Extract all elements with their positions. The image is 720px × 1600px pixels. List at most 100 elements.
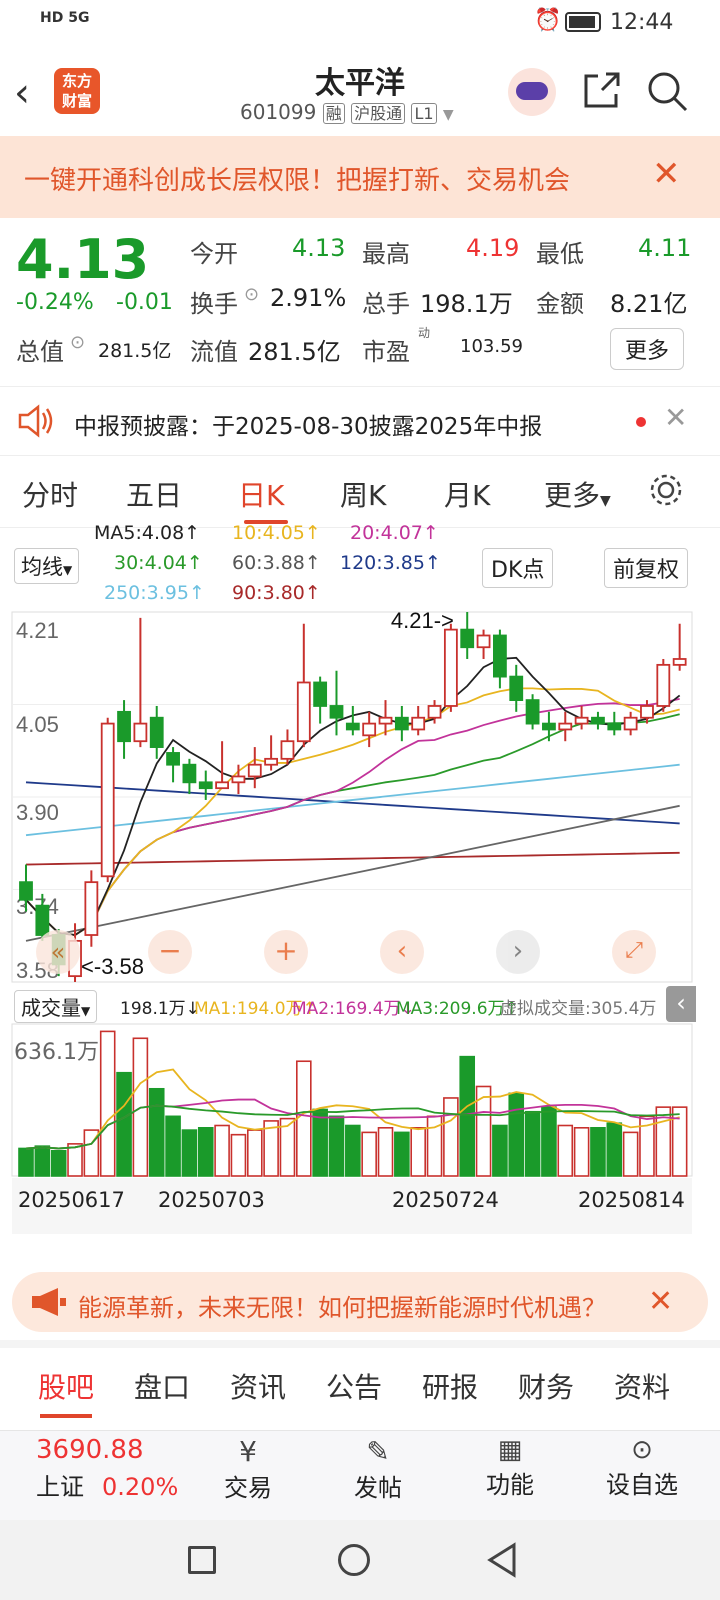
tab-weekly-k[interactable]: 周K — [340, 474, 386, 514]
index-value: 3690.88 — [36, 1435, 144, 1465]
post-button[interactable]: ✎ 发帖 — [346, 1435, 410, 1503]
candle-body — [133, 722, 148, 743]
caret-down-icon: ▼ — [600, 493, 611, 509]
index-name: 上证 — [36, 1473, 84, 1501]
change-value: -0.01 — [116, 290, 173, 315]
volume-bar — [312, 1108, 328, 1177]
candle-body — [591, 716, 605, 725]
search-icon[interactable] — [646, 70, 690, 114]
close-icon[interactable]: ✕ — [648, 1284, 673, 1319]
info-icon[interactable]: ⊙ — [244, 284, 259, 305]
candle-body — [296, 681, 311, 743]
candle-body — [313, 681, 328, 707]
volume-bar — [443, 1097, 459, 1177]
volume-bar — [590, 1127, 606, 1177]
network-indicator: HD 5G — [40, 10, 90, 26]
tab-pankou[interactable]: 盘口 — [134, 1366, 190, 1406]
pe-dynamic-mark: 动 — [418, 326, 431, 340]
volume-max-label: 636.1万 — [14, 1040, 99, 1065]
volume-bar — [459, 1055, 476, 1177]
recent-apps-icon[interactable] — [188, 1546, 216, 1574]
functions-button[interactable]: ▦ 功能 — [478, 1435, 542, 1500]
candle-body — [247, 763, 262, 778]
candle-body — [623, 716, 638, 731]
volume-select[interactable]: 成交量▼ — [14, 990, 98, 1023]
candle-body — [231, 775, 246, 784]
kline-svg[interactable]: 4.214.053.903.743.584.21-><-3.58 — [0, 528, 720, 1260]
close-icon[interactable]: ✕ — [652, 154, 681, 194]
volume-bar — [492, 1124, 508, 1177]
fullscreen-icon[interactable]: ⤢ — [612, 930, 656, 974]
volume-bar — [361, 1131, 377, 1177]
step-left-icon[interactable]: ‹ — [380, 930, 424, 974]
candle-body — [493, 634, 507, 678]
candle-body — [166, 752, 180, 766]
volume-bar — [622, 1131, 639, 1177]
ad-bar[interactable]: 能源革新，未来无限！如何把握新能源时代机遇？ ✕ — [12, 1272, 708, 1332]
kline-chart-area: MA5:4.08↑ 10:4.05↑ 20:4.07↑ 均线▼ 30:4.04↑… — [0, 522, 720, 1260]
candle-body — [264, 757, 279, 766]
home-icon[interactable] — [338, 1544, 370, 1576]
zoom-out-icon[interactable]: − — [148, 930, 192, 974]
tab-monthly-k[interactable]: 月K — [444, 474, 490, 514]
tab-guba[interactable]: 股吧 — [38, 1366, 94, 1406]
promo-banner[interactable]: 一键开通科创成长层权限！把握打新、交易机会 ✕ — [0, 136, 720, 218]
gear-icon[interactable] — [648, 472, 684, 508]
info-icon[interactable]: ⊙ — [70, 332, 85, 353]
tab-five-day[interactable]: 五日 — [126, 474, 182, 514]
tab-daily-k[interactable]: 日K — [238, 474, 284, 514]
volume-bar — [34, 1145, 51, 1177]
candle-body — [476, 634, 491, 649]
close-icon[interactable]: ✕ — [664, 401, 687, 434]
stock-code-line[interactable]: 601099 融 沪股通 L1 ▼ — [240, 100, 454, 124]
tab-research[interactable]: 研报 — [422, 1366, 478, 1406]
candle-body — [329, 705, 344, 719]
ma60-line — [25, 804, 680, 942]
step-right-icon[interactable]: › — [496, 930, 540, 974]
candle-body — [607, 722, 622, 731]
amount-label: 金额 — [536, 290, 584, 318]
status-bar: HD 5G ⏰ 12:44 — [0, 0, 720, 46]
add-watchlist-button[interactable]: ⊙ 设自选 — [598, 1435, 686, 1500]
tab-profile[interactable]: 资料 — [614, 1366, 670, 1406]
zoom-in-icon[interactable]: + — [264, 930, 308, 974]
volume-bar — [606, 1122, 623, 1177]
candle-body — [280, 740, 295, 760]
promo-text: 一键开通科创成长层权限！把握打新、交易机会 — [24, 166, 571, 196]
volume-bar — [573, 1127, 590, 1177]
candle-body — [542, 722, 556, 731]
tab-announcements[interactable]: 公告 — [326, 1366, 382, 1406]
tab-more[interactable]: 更多▼ — [544, 474, 611, 514]
date-label: 20250814 — [578, 1188, 685, 1212]
tag-level: L1 — [411, 103, 437, 124]
notice-bar[interactable]: 中报预披露：于2025-08-30披露2025年中报 ✕ — [0, 386, 720, 456]
tab-intraday[interactable]: 分时 — [22, 474, 78, 514]
y-tick-label: 4.05 — [16, 712, 59, 737]
unread-dot — [636, 417, 646, 427]
index-ticker[interactable]: 3690.88 上证 0.20% — [36, 1431, 178, 1502]
volume-label: 总手 — [362, 290, 410, 318]
ma90-line — [25, 851, 680, 866]
volume-bar — [18, 1147, 34, 1177]
collapse-panel-icon[interactable]: ‹ — [666, 986, 696, 1022]
candle-body — [558, 722, 573, 731]
ad-text: 能源革新，未来无限！如何把握新能源时代机遇？ — [78, 1294, 606, 1322]
more-button[interactable]: 更多 — [610, 328, 685, 370]
volume-value-legend: 198.1万↓ — [120, 999, 200, 1019]
volume-bar — [214, 1124, 230, 1177]
candle-body — [100, 722, 115, 878]
candle-body — [35, 904, 50, 936]
candle-body — [84, 881, 99, 936]
back-nav-icon[interactable] — [486, 1542, 518, 1578]
tab-financials[interactable]: 财务 — [518, 1366, 574, 1406]
tab-news[interactable]: 资讯 — [230, 1366, 286, 1406]
assistant-avatar-icon[interactable] — [508, 68, 556, 116]
candle-body — [378, 716, 393, 725]
scroll-left-icon[interactable]: « — [36, 930, 80, 974]
stock-code: 601099 — [240, 100, 317, 124]
date-label: 20250703 — [158, 1188, 265, 1212]
trade-button[interactable]: ¥ 交易 — [218, 1435, 278, 1503]
share-icon[interactable] — [580, 70, 622, 112]
clock: 12:44 — [610, 10, 674, 35]
candle-body — [19, 881, 33, 901]
